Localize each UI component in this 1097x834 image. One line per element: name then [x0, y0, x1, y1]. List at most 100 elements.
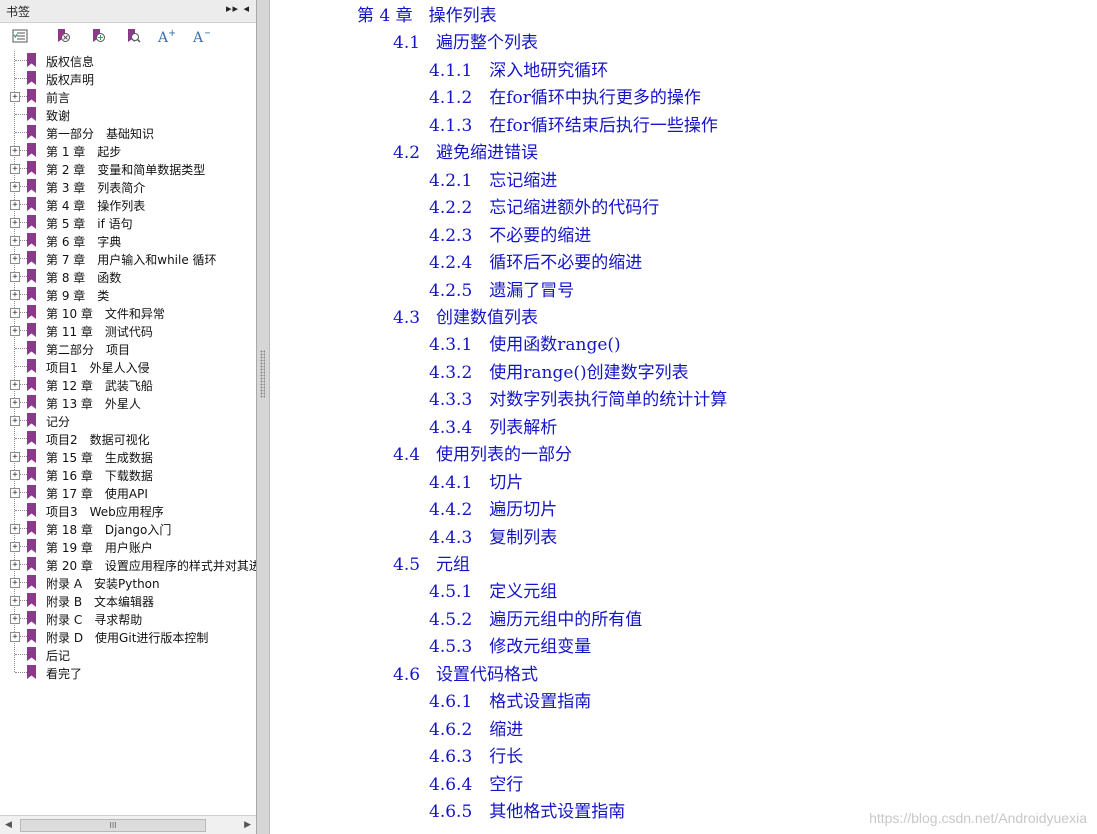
scrollbar-thumb[interactable]: III	[20, 819, 206, 832]
expand-icon[interactable]: +	[10, 236, 20, 246]
expand-icon[interactable]: +	[10, 560, 20, 570]
expand-icon[interactable]: +	[10, 578, 20, 588]
expand-icon[interactable]: +	[10, 542, 20, 552]
expand-icon[interactable]: +	[10, 632, 20, 642]
bookmark-item[interactable]: + 第 6 章 字典	[0, 231, 256, 249]
expand-icon[interactable]: +	[10, 308, 20, 318]
bookmark-item[interactable]: + 第 18 章 Django入门	[0, 519, 256, 537]
bookmark-item[interactable]: + 第 19 章 用户账户	[0, 537, 256, 555]
toc-chapter-link[interactable]: 第 4 章操作列表	[357, 1, 497, 26]
panel-splitter[interactable]	[257, 0, 270, 834]
toc-section-link[interactable]: 4.3 创建数值列表	[393, 303, 538, 328]
expand-icon[interactable]: +	[10, 182, 20, 192]
toc-subsection-link[interactable]: 4.5.3 修改元组变量	[429, 632, 591, 657]
decrease-text-size-icon[interactable]: A−	[191, 26, 211, 46]
expand-icon[interactable]: +	[10, 218, 20, 228]
expand-icon[interactable]: +	[10, 398, 20, 408]
bookmark-item[interactable]: + 第 17 章 使用API	[0, 483, 256, 501]
bookmark-item[interactable]: + 第 9 章 类	[0, 285, 256, 303]
bookmark-item[interactable]: + 附录 C 寻求帮助	[0, 609, 256, 627]
expand-icon[interactable]: +	[10, 200, 20, 210]
toc-subsection-link[interactable]: 4.6.5 其他格式设置指南	[429, 797, 625, 822]
bookmark-item[interactable]: + 第 5 章 if 语句	[0, 213, 256, 231]
toc-subsection-link[interactable]: 4.2.1 忘记缩进	[429, 166, 557, 191]
expand-icon[interactable]: +	[10, 92, 20, 102]
toc-subsection-link[interactable]: 4.6.2 缩进	[429, 715, 523, 740]
expand-icon[interactable]: +	[10, 164, 20, 174]
bookmark-item[interactable]: 致谢	[0, 105, 256, 123]
splitter-grip-icon[interactable]	[260, 350, 265, 398]
bookmark-item[interactable]: + 第 12 章 武装飞船	[0, 375, 256, 393]
bookmark-options-icon[interactable]	[10, 26, 30, 46]
bookmark-item[interactable]: + 第 16 章 下载数据	[0, 465, 256, 483]
bookmark-item[interactable]: + 前言	[0, 87, 256, 105]
bookmark-item[interactable]: + 附录 A 安装Python	[0, 573, 256, 591]
bookmark-item[interactable]: + 第 10 章 文件和异常	[0, 303, 256, 321]
bookmark-item[interactable]: 项目3 Web应用程序	[0, 501, 256, 519]
toc-subsection-link[interactable]: 4.2.5 遗漏了冒号	[429, 276, 574, 301]
bookmark-item[interactable]: + 附录 D 使用Git进行版本控制	[0, 627, 256, 645]
toc-section-link[interactable]: 4.5 元组	[393, 550, 470, 575]
toc-subsection-link[interactable]: 4.3.1 使用函数range()	[429, 330, 621, 355]
toc-subsection-link[interactable]: 4.4.2 遍历切片	[429, 495, 557, 520]
toc-subsection-link[interactable]: 4.4.3 复制列表	[429, 523, 557, 548]
toc-subsection-link[interactable]: 4.1.3 在for循环结束后执行一些操作	[429, 111, 718, 136]
bookmark-delete-icon[interactable]	[53, 26, 73, 46]
toc-subsection-link[interactable]: 4.2.4 循环后不必要的缩进	[429, 248, 642, 273]
bookmark-find-icon[interactable]	[123, 26, 143, 46]
toc-subsection-link[interactable]: 4.5.2 遍历元组中的所有值	[429, 605, 642, 630]
bookmark-item[interactable]: + 第 13 章 外星人	[0, 393, 256, 411]
expand-icon[interactable]: +	[10, 524, 20, 534]
bookmark-item[interactable]: 项目2 数据可视化	[0, 429, 256, 447]
bookmark-item[interactable]: 后记	[0, 645, 256, 663]
toc-subsection-link[interactable]: 4.6.3 行长	[429, 742, 523, 767]
expand-icon[interactable]: +	[10, 452, 20, 462]
toc-subsection-link[interactable]: 4.4.1 切片	[429, 468, 523, 493]
bookmark-item[interactable]: 版权信息	[0, 51, 256, 69]
expand-icon[interactable]: +	[10, 254, 20, 264]
toc-subsection-link[interactable]: 4.3.4 列表解析	[429, 413, 557, 438]
toc-subsection-link[interactable]: 4.5.1 定义元组	[429, 577, 557, 602]
bookmark-item[interactable]: 看完了	[0, 663, 256, 681]
expand-icon[interactable]: +	[10, 326, 20, 336]
toc-section-link[interactable]: 4.4 使用列表的一部分	[393, 440, 572, 465]
bookmark-item[interactable]: + 第 3 章 列表简介	[0, 177, 256, 195]
toc-subsection-link[interactable]: 4.2.3 不必要的缩进	[429, 221, 591, 246]
bookmark-item[interactable]: + 第 1 章 起步	[0, 141, 256, 159]
expand-icon[interactable]: +	[10, 272, 20, 282]
toc-section-link[interactable]: 4.6 设置代码格式	[393, 660, 538, 685]
toc-section-link[interactable]: 4.2 避免缩进错误	[393, 138, 538, 163]
expand-icon[interactable]: +	[10, 146, 20, 156]
bookmark-item[interactable]: + 第 20 章 设置应用程序的样式并对其进	[0, 555, 256, 573]
bookmark-item[interactable]: 第二部分 项目	[0, 339, 256, 357]
toc-subsection-link[interactable]: 4.1.1 深入地研究循环	[429, 56, 608, 81]
bookmark-item[interactable]: + 记分	[0, 411, 256, 429]
bookmark-item[interactable]: + 第 15 章 生成数据	[0, 447, 256, 465]
bookmark-item[interactable]: + 第 8 章 函数	[0, 267, 256, 285]
expand-icon[interactable]: +	[10, 416, 20, 426]
bookmark-item[interactable]: + 第 7 章 用户输入和while 循环	[0, 249, 256, 267]
scroll-left-icon[interactable]: ◀	[5, 820, 12, 830]
expand-icon[interactable]: +	[10, 488, 20, 498]
bookmark-item[interactable]: 第一部分 基础知识	[0, 123, 256, 141]
panel-collapse-controls[interactable]: ▸▸ ◂	[226, 2, 250, 15]
bookmark-new-icon[interactable]	[88, 26, 108, 46]
toc-subsection-link[interactable]: 4.6.4 空行	[429, 770, 523, 795]
toc-subsection-link[interactable]: 4.1.2 在for循环中执行更多的操作	[429, 83, 701, 108]
bookmark-item[interactable]: + 附录 B 文本编辑器	[0, 591, 256, 609]
bookmark-item[interactable]: 项目1 外星人入侵	[0, 357, 256, 375]
horizontal-scrollbar[interactable]: ◀ III ▶	[0, 815, 256, 834]
toc-section-link[interactable]: 4.1 遍历整个列表	[393, 28, 538, 53]
scroll-right-icon[interactable]: ▶	[244, 820, 251, 830]
expand-icon[interactable]: +	[10, 290, 20, 300]
increase-text-size-icon[interactable]: A+	[156, 26, 176, 46]
expand-icon[interactable]: +	[10, 596, 20, 606]
bookmark-item[interactable]: + 第 2 章 变量和简单数据类型	[0, 159, 256, 177]
bookmark-item[interactable]: + 第 11 章 测试代码	[0, 321, 256, 339]
bookmark-item[interactable]: 版权声明	[0, 69, 256, 87]
toc-subsection-link[interactable]: 4.2.2 忘记缩进额外的代码行	[429, 193, 659, 218]
expand-icon[interactable]: +	[10, 470, 20, 480]
bookmark-item[interactable]: + 第 4 章 操作列表	[0, 195, 256, 213]
toc-subsection-link[interactable]: 4.6.1 格式设置指南	[429, 687, 591, 712]
expand-icon[interactable]: +	[10, 614, 20, 624]
